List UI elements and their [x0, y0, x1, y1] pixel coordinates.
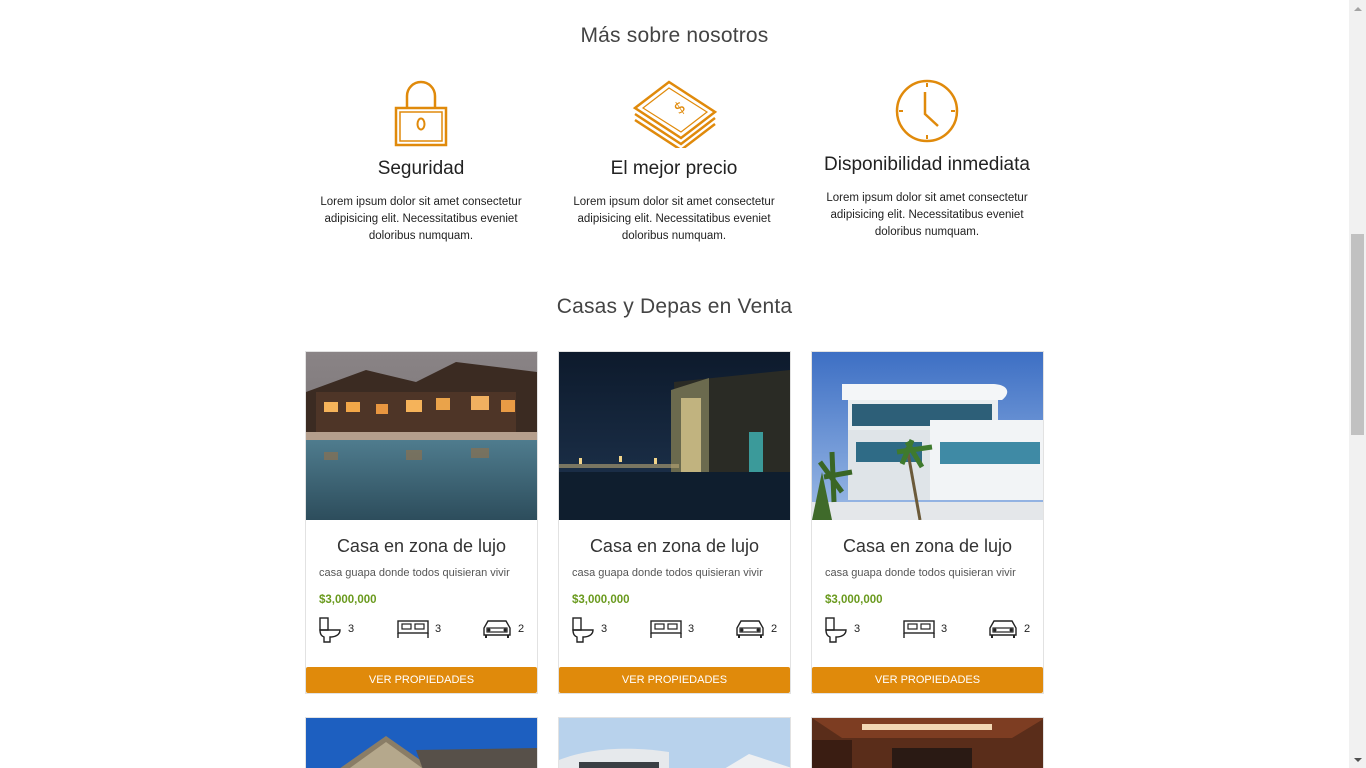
property-photo [306, 352, 537, 520]
car-icon [736, 620, 764, 638]
listings-section-title: Casas y Depas en Venta [556, 295, 793, 318]
about-item-title: Seguridad [377, 158, 465, 179]
bedrooms-feature: 3 [650, 617, 694, 639]
property-description: casa guapa donde todos quisieran vivir [572, 567, 763, 579]
property-card: Casa en zona de lujo casa guapa donde to… [305, 351, 538, 694]
bedrooms-feature: 3 [397, 617, 441, 639]
bed-icon [650, 620, 682, 638]
bathrooms-count: 3 [348, 623, 355, 635]
money-icon: $ [632, 80, 718, 148]
lock-icon [394, 80, 448, 147]
view-properties-button[interactable]: VER PROPIEDADES [812, 667, 1043, 693]
property-card-partial [811, 717, 1044, 768]
toilet-icon [825, 617, 847, 643]
property-description: casa guapa donde todos quisieran vivir [825, 567, 1016, 579]
bedrooms-count: 3 [435, 623, 442, 635]
parking-count: 2 [518, 623, 525, 635]
property-features: 3 3 2 [318, 617, 528, 647]
about-item-security: Seguridad Lorem ipsum dolor sit amet con… [305, 78, 537, 245]
clock-icon [895, 79, 959, 143]
property-photo [306, 718, 537, 768]
bedrooms-feature: 3 [903, 617, 947, 639]
property-card: Casa en zona de lujo casa guapa donde to… [811, 351, 1044, 694]
about-section-title: Más sobre nosotros [580, 24, 769, 47]
property-title: Casa en zona de lujo [336, 536, 507, 556]
parking-feature: 2 [988, 617, 1030, 639]
about-item-title: Disponibilidad inmediata [824, 154, 1030, 175]
bathrooms-feature: 3 [824, 617, 860, 643]
property-description: casa guapa donde todos quisieran vivir [319, 567, 510, 579]
parking-count: 2 [1024, 623, 1031, 635]
property-title: Casa en zona de lujo [842, 536, 1013, 556]
parking-feature: 2 [735, 617, 777, 639]
property-photo [559, 718, 790, 768]
property-card: Casa en zona de lujo casa guapa donde to… [558, 351, 791, 694]
property-photo [812, 718, 1043, 768]
bedrooms-count: 3 [941, 623, 948, 635]
bathrooms-feature: 3 [571, 617, 607, 643]
property-features: 3 3 2 [571, 617, 781, 647]
property-title: Casa en zona de lujo [589, 536, 760, 556]
bedrooms-count: 3 [688, 623, 695, 635]
property-features: 3 3 2 [824, 617, 1034, 647]
scrollbar-thumb[interactable] [1351, 234, 1364, 435]
car-icon [989, 620, 1017, 638]
property-photo [812, 352, 1043, 520]
scroll-down-button[interactable] [1349, 751, 1366, 768]
bed-icon [903, 620, 935, 638]
about-item-price: $ El mejor precio Lorem ipsum dolor sit … [558, 78, 790, 245]
arrow-up-icon [1353, 6, 1362, 11]
about-item-availability: Disponibilidad inmediata Lorem ipsum dol… [811, 78, 1043, 241]
property-price: $3,000,000 [825, 594, 883, 606]
property-photo [559, 352, 790, 520]
page: Más sobre nosotros Seguridad Lorem ipsum… [0, 0, 1349, 768]
bathrooms-count: 3 [601, 623, 608, 635]
property-price: $3,000,000 [572, 594, 630, 606]
about-item-text: Lorem ipsum dolor sit amet consectetur a… [826, 192, 1028, 238]
svg-text:$: $ [670, 97, 689, 118]
parking-feature: 2 [482, 617, 524, 639]
view-properties-button[interactable]: VER PROPIEDADES [559, 667, 790, 693]
toilet-icon [572, 617, 594, 643]
arrow-down-icon [1353, 757, 1362, 762]
property-price: $3,000,000 [319, 594, 377, 606]
toilet-icon [319, 617, 341, 643]
property-card-partial [305, 717, 538, 768]
view-properties-button[interactable]: VER PROPIEDADES [306, 667, 537, 693]
about-item-text: Lorem ipsum dolor sit amet consectetur a… [320, 196, 522, 242]
about-item-title: El mejor precio [610, 158, 738, 179]
scroll-up-button[interactable] [1349, 0, 1366, 17]
vertical-scrollbar[interactable] [1349, 0, 1366, 768]
property-card-partial [558, 717, 791, 768]
bathrooms-feature: 3 [318, 617, 354, 643]
bed-icon [397, 620, 429, 638]
parking-count: 2 [771, 623, 778, 635]
bathrooms-count: 3 [854, 623, 861, 635]
car-icon [483, 620, 511, 638]
about-item-text: Lorem ipsum dolor sit amet consectetur a… [573, 196, 775, 242]
